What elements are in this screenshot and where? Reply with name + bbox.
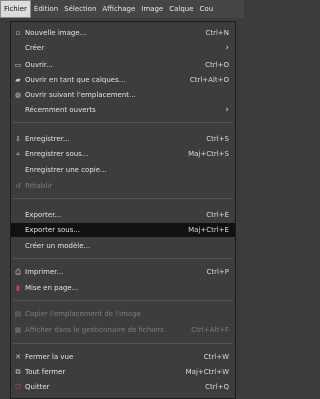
menu-item-page-setup[interactable]: ▮ Mise en page... [11,281,235,295]
copy-location-icon: ▤ [14,310,22,318]
menu-item-export[interactable]: Exporter... Ctrl+E [11,208,235,222]
revert-icon: ↺ [15,182,21,190]
save-icon: ⇩ [15,135,21,143]
menu-item-export-as[interactable]: Exporter sous... Maj+Ctrl+E [11,223,235,237]
menu-couleurs[interactable]: Cou [197,0,217,18]
menu-item-revert[interactable]: ↺ Rétablir [11,179,235,193]
close-icon: ✕ [15,353,21,361]
separator [13,122,233,123]
page-setup-icon: ▮ [16,284,20,292]
menu-item-show-in-file-manager[interactable]: ▦ Afficher dans le gestionnaire de fichi… [11,323,235,337]
file-manager-icon: ▦ [14,326,22,334]
menu-item-close-all[interactable]: ⧉ Tout fermer Maj+Ctrl+W [11,365,235,379]
menu-item-create-template[interactable]: Créer un modèle... [11,239,235,253]
menu-item-open[interactable]: ▭ Ouvrir... Ctrl+O [11,58,235,72]
submenu-arrow-icon: › [225,43,229,53]
menu-item-copy-location[interactable]: ▤ Copier l'emplacement de l'image [11,307,235,321]
open-icon: ▭ [14,61,22,69]
print-icon: ⎙ [15,267,21,276]
menu-fichier[interactable]: Fichier [0,0,31,18]
menu-calque[interactable]: Calque [166,0,196,18]
open-as-layers-icon: ▰ [15,76,21,84]
separator [13,300,233,301]
close-all-icon: ⧉ [15,367,21,376]
quit-icon: ⏻ [15,382,21,391]
menu-item-recent[interactable]: Récemment ouverts › [11,103,235,117]
menu-image[interactable]: Image [138,0,166,18]
open-location-icon: ◍ [14,91,22,99]
menu-item-save-copy[interactable]: Enregistrer une copie... [11,163,235,177]
separator [13,258,233,259]
menu-item-close-view[interactable]: ✕ Fermer la vue Ctrl+W [11,350,235,364]
separator [13,343,233,344]
menu-item-open-location[interactable]: ◍ Ouvrir suivant l'emplacement... [11,88,235,102]
menu-item-print[interactable]: ⎙ Imprimer... Ctrl+P [11,265,235,279]
new-image-icon: ▫ [15,29,21,37]
menu-item-new-image[interactable]: ▫ Nouvelle image... Ctrl+N [11,26,235,40]
submenu-arrow-icon: › [225,105,229,115]
menu-item-quit[interactable]: ⏻ Quitter Ctrl+Q [11,380,235,394]
menu-affichage[interactable]: Affichage [99,0,138,18]
file-menu-dropdown: ▫ Nouvelle image... Ctrl+N Créer › ▭ Ouv… [10,21,236,399]
separator [13,198,233,199]
save-as-icon: ⩡ [16,149,20,158]
menu-item-open-as-layers[interactable]: ▰ Ouvrir en tant que calques... Ctrl+Alt… [11,73,235,87]
menu-item-save[interactable]: ⇩ Enregistrer... Ctrl+S [11,132,235,146]
menu-edition[interactable]: Édition [31,0,61,18]
menu-selection[interactable]: Sélection [61,0,99,18]
menu-item-save-as[interactable]: ⩡ Enregistrer sous... Maj+Ctrl+S [11,147,235,161]
menubar: Fichier Édition Sélection Affichage Imag… [0,0,244,18]
menu-item-create[interactable]: Créer › [11,41,235,55]
